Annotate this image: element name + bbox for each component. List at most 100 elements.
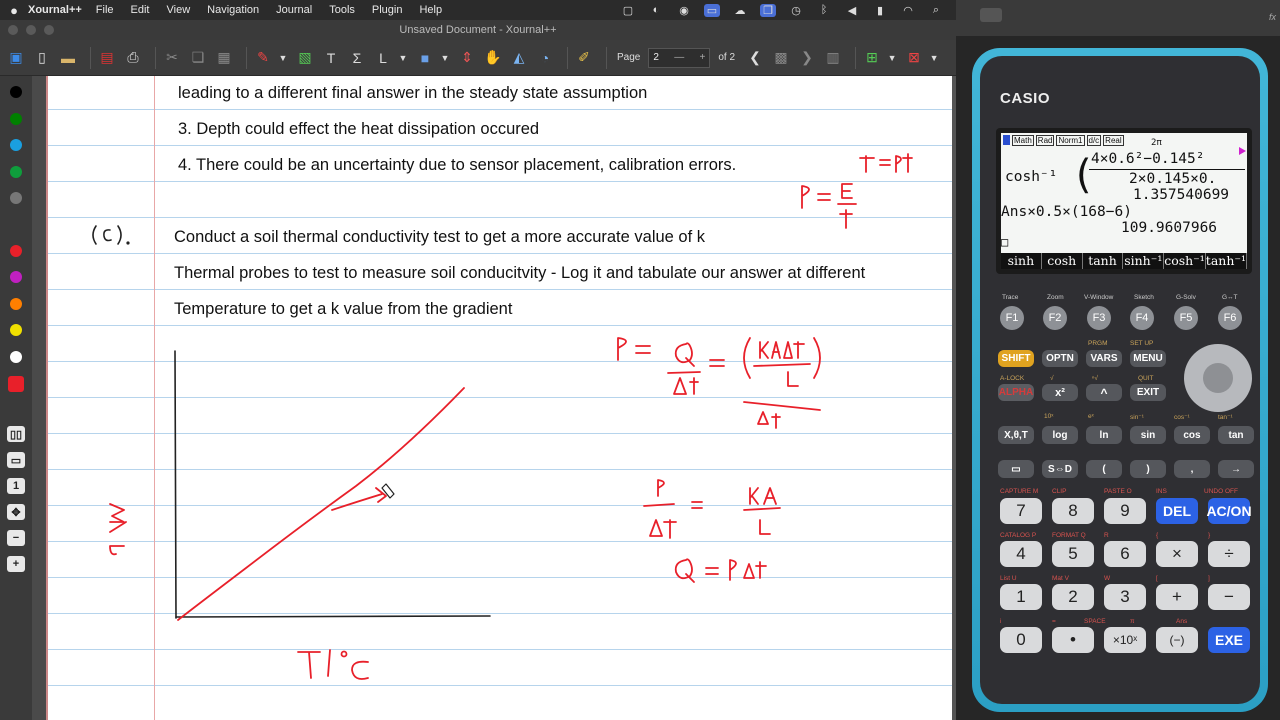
direction-pad[interactable] bbox=[1184, 344, 1252, 412]
new-document-icon[interactable]: ▯ bbox=[32, 48, 52, 68]
plus-key[interactable]: + bbox=[1156, 584, 1198, 610]
laser-icon[interactable]: ◔ bbox=[535, 48, 555, 68]
color-swatch[interactable] bbox=[10, 139, 22, 151]
zoom-100-button[interactable]: 1 bbox=[7, 478, 25, 494]
image-icon[interactable]: ▧ bbox=[295, 48, 315, 68]
color-swatch[interactable] bbox=[10, 245, 22, 257]
color-swatch[interactable] bbox=[10, 113, 22, 125]
optn-key[interactable]: OPTN bbox=[1042, 350, 1078, 367]
menu-file[interactable]: File bbox=[96, 4, 114, 16]
ln-key[interactable]: ln bbox=[1086, 426, 1122, 444]
grid-icon[interactable]: ▩ bbox=[771, 48, 791, 68]
cos-key[interactable]: cos bbox=[1174, 426, 1210, 444]
volume-icon[interactable]: ◀ bbox=[844, 4, 860, 17]
f5-key[interactable]: F5 bbox=[1174, 306, 1198, 330]
window-icon[interactable]: ❐ bbox=[760, 3, 776, 17]
comma-key[interactable]: , bbox=[1174, 460, 1210, 478]
f1-key[interactable]: F1 bbox=[1000, 306, 1024, 330]
menu-edit[interactable]: Edit bbox=[131, 4, 150, 16]
direction-pad-center[interactable] bbox=[1203, 363, 1233, 393]
apple-icon[interactable]: ● bbox=[0, 3, 28, 18]
key-8[interactable]: 8 bbox=[1052, 498, 1094, 524]
shape-tool-icon[interactable]: L bbox=[373, 48, 393, 68]
color-swatch[interactable] bbox=[10, 351, 22, 363]
text-tool-icon[interactable]: T bbox=[321, 48, 341, 68]
print-icon[interactable]: ⎙ bbox=[123, 48, 143, 68]
menu-view[interactable]: View bbox=[167, 4, 191, 16]
layer-icon[interactable]: ▥ bbox=[823, 48, 843, 68]
menu-journal[interactable]: Journal bbox=[276, 4, 312, 16]
note-page[interactable]: leading to a different final answer in t… bbox=[46, 76, 952, 720]
exit-key[interactable]: EXIT bbox=[1130, 384, 1166, 401]
fraction-key[interactable]: ▭ bbox=[998, 460, 1034, 478]
close-paren-key[interactable]: ) bbox=[1130, 460, 1166, 478]
color-swatch[interactable] bbox=[10, 324, 22, 336]
wifi-icon[interactable]: ◠ bbox=[900, 4, 916, 17]
status-icon-2[interactable]: ◐ bbox=[648, 4, 664, 17]
chevron-down-icon[interactable]: ▼ bbox=[888, 48, 897, 68]
first-page-icon[interactable]: ❮ bbox=[745, 48, 765, 68]
menu-tools[interactable]: Tools bbox=[329, 4, 355, 16]
key-1[interactable]: 1 bbox=[1000, 584, 1042, 610]
search-icon[interactable]: ⌕ bbox=[928, 4, 944, 17]
color-swatch[interactable] bbox=[10, 298, 22, 310]
status-icon-1[interactable]: ▢ bbox=[620, 4, 636, 17]
page-decrement-button[interactable]: — bbox=[674, 52, 684, 63]
latex-tool-icon[interactable]: Σ bbox=[347, 48, 367, 68]
select-rect-icon[interactable]: ■ bbox=[415, 48, 435, 68]
chevron-down-icon[interactable]: ▼ bbox=[441, 48, 450, 68]
last-page-icon[interactable]: ❯ bbox=[797, 48, 817, 68]
negative-key[interactable]: (−) bbox=[1156, 627, 1198, 653]
key-5[interactable]: 5 bbox=[1052, 541, 1094, 567]
key-4[interactable]: 4 bbox=[1000, 541, 1042, 567]
minus-key[interactable]: − bbox=[1208, 584, 1250, 610]
s-d-key[interactable]: S⇔D bbox=[1042, 460, 1078, 478]
zoom-fit-icon[interactable]: ✥ bbox=[7, 504, 25, 520]
cut-icon[interactable]: ✂ bbox=[162, 48, 182, 68]
f2-key[interactable]: F2 bbox=[1043, 306, 1067, 330]
f4-key[interactable]: F4 bbox=[1130, 306, 1154, 330]
hand-icon[interactable]: ✋ bbox=[483, 48, 503, 68]
copy-icon[interactable]: ❏ bbox=[188, 48, 208, 68]
zoom-out-icon[interactable]: − bbox=[7, 530, 25, 546]
menu-key[interactable]: MENU bbox=[1130, 350, 1166, 367]
zoom-window-button[interactable] bbox=[44, 25, 54, 35]
store-key[interactable]: → bbox=[1218, 460, 1254, 478]
color-swatch[interactable] bbox=[10, 192, 22, 204]
color-swatch[interactable] bbox=[10, 86, 22, 98]
fx-icon[interactable]: fx bbox=[1269, 12, 1276, 22]
chevron-down-icon[interactable]: ▼ bbox=[279, 48, 288, 68]
color-swatch[interactable] bbox=[10, 271, 22, 283]
color-swatch[interactable] bbox=[10, 166, 22, 178]
square-key[interactable]: x² bbox=[1042, 384, 1078, 401]
status-icon-3[interactable]: ◉ bbox=[676, 4, 692, 17]
two-page-layout-icon[interactable]: ▯▯ bbox=[7, 426, 25, 442]
camera-icon[interactable] bbox=[980, 8, 1002, 22]
open-folder-icon[interactable]: ▬ bbox=[58, 48, 78, 68]
screen-record-icon[interactable]: ▭ bbox=[704, 3, 720, 17]
vertical-space-icon[interactable]: ⇕ bbox=[457, 48, 477, 68]
pen-icon[interactable]: ✎ bbox=[253, 48, 273, 68]
del-key[interactable]: DEL bbox=[1156, 498, 1198, 524]
key-0[interactable]: 0 bbox=[1000, 627, 1042, 653]
log-key[interactable]: log bbox=[1042, 426, 1078, 444]
alpha-key[interactable]: ALPHA bbox=[998, 384, 1034, 401]
ac-on-key[interactable]: AC/ON bbox=[1206, 498, 1252, 524]
key-9[interactable]: 9 bbox=[1104, 498, 1146, 524]
export-pdf-icon[interactable]: ▤ bbox=[97, 48, 117, 68]
page-number-input[interactable]: 2 — + bbox=[648, 47, 711, 68]
open-paren-key[interactable]: ( bbox=[1086, 460, 1122, 478]
power-key[interactable]: ^ bbox=[1086, 384, 1122, 401]
shift-key[interactable]: SHIFT bbox=[998, 350, 1034, 367]
chevron-down-icon[interactable]: ▼ bbox=[930, 48, 939, 68]
minimize-window-button[interactable] bbox=[26, 25, 36, 35]
selected-color-swatch[interactable] bbox=[8, 376, 24, 392]
key-6[interactable]: 6 bbox=[1104, 541, 1146, 567]
add-page-icon[interactable]: ⊞ bbox=[862, 48, 882, 68]
snap-icon[interactable]: ◭ bbox=[509, 48, 529, 68]
clock-icon[interactable]: ◷ bbox=[788, 4, 804, 17]
vars-key[interactable]: VARS bbox=[1086, 350, 1122, 367]
divide-key[interactable]: ÷ bbox=[1208, 541, 1250, 567]
menu-navigation[interactable]: Navigation bbox=[207, 4, 259, 16]
x-theta-t-key[interactable]: X,θ,T bbox=[998, 426, 1034, 444]
